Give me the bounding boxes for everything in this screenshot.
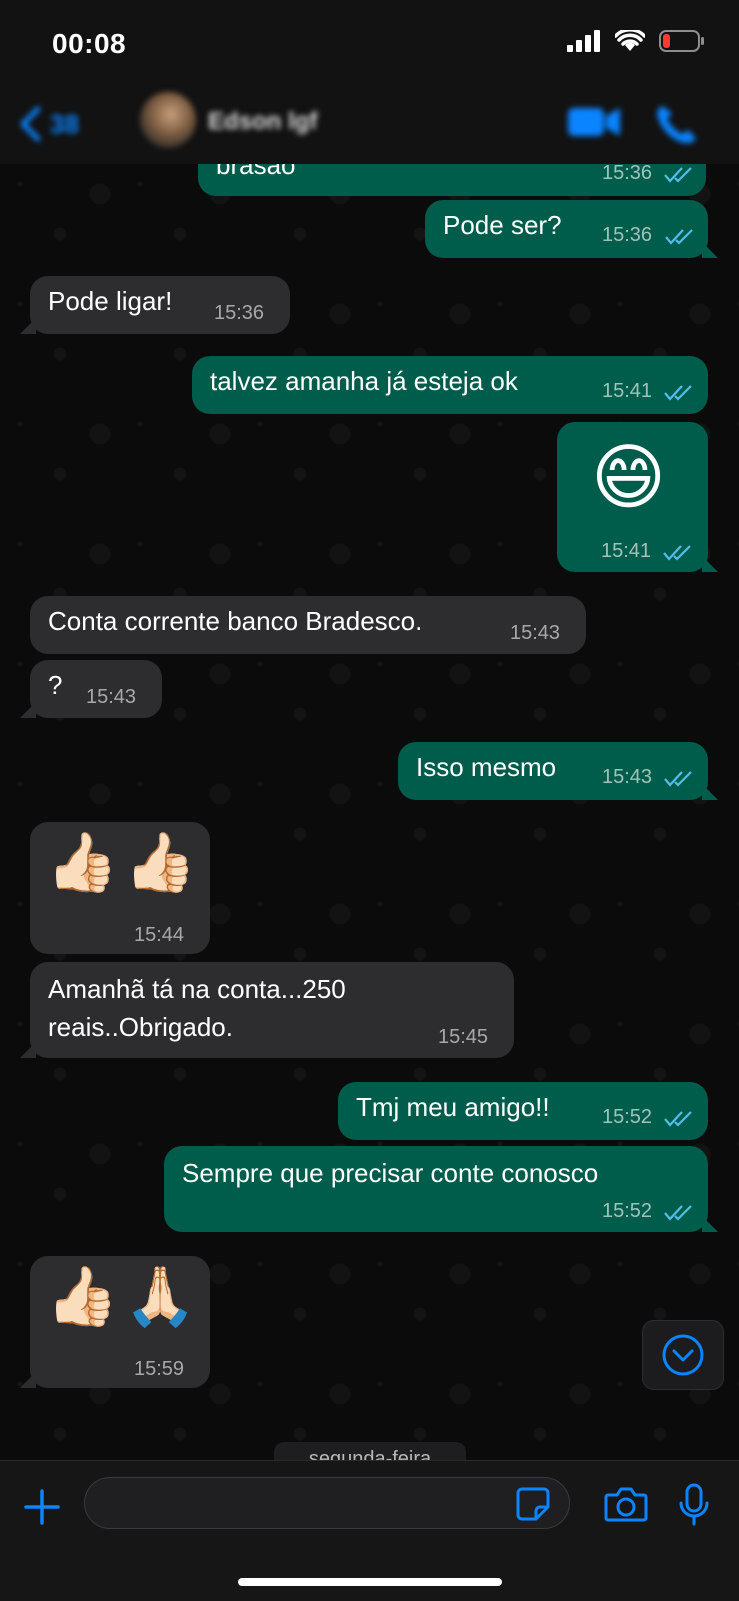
read-ticks-icon bbox=[664, 1205, 692, 1221]
bubble-tail bbox=[702, 784, 718, 800]
message-text: Tmj meu amigo!! bbox=[356, 1092, 550, 1122]
signal-icon bbox=[567, 30, 600, 52]
message-time: 15:59 bbox=[134, 1358, 185, 1380]
message-outgoing[interactable]: Sempre que precisar conte conosco 15:52 bbox=[164, 1146, 718, 1232]
message-incoming[interactable]: Pode ligar! 15:36 bbox=[20, 276, 290, 334]
message-time: 15:52 bbox=[602, 1106, 653, 1128]
status-bar: 00:08 bbox=[0, 0, 739, 90]
message-time: 15:36 bbox=[214, 302, 265, 324]
message-incoming[interactable]: Amanhã tá na conta...250 reais..Obrigado… bbox=[20, 962, 514, 1058]
message-time: 15:44 bbox=[134, 924, 185, 946]
status-time: 00:08 bbox=[52, 28, 127, 59]
back-chevron-icon bbox=[20, 106, 41, 142]
message-outgoing[interactable]: Isso mesmo 15:43 bbox=[398, 742, 718, 800]
message-outgoing[interactable]: Tmj meu amigo!! 15:52 bbox=[338, 1082, 708, 1140]
bubble-tail bbox=[20, 702, 36, 718]
avatar[interactable] bbox=[140, 92, 196, 148]
contact-name[interactable]: Edson lgf bbox=[208, 108, 317, 136]
read-ticks-icon bbox=[664, 771, 692, 787]
message-incoming[interactable]: ? 15:43 bbox=[20, 660, 162, 718]
message-outgoing[interactable]: brasão 15:36 bbox=[198, 164, 706, 196]
message-time: 15:45 bbox=[438, 1026, 489, 1048]
grinning-emoji: 😄 bbox=[591, 438, 667, 518]
chat-area[interactable]: brasão 15:36 Pode ser? 15:36 Pode ligar!… bbox=[0, 164, 739, 1460]
bubble-tail bbox=[702, 1216, 718, 1232]
camera-icon[interactable] bbox=[604, 1485, 648, 1523]
message-time: 15:52 bbox=[602, 1200, 653, 1222]
message-outgoing[interactable]: 😄 15:41 bbox=[557, 422, 718, 572]
phone-icon[interactable] bbox=[652, 102, 700, 146]
message-time: 15:43 bbox=[86, 686, 137, 708]
message-time: 15:41 bbox=[602, 380, 653, 402]
status-icons bbox=[567, 30, 705, 52]
read-ticks-icon bbox=[663, 545, 691, 561]
read-ticks-icon bbox=[665, 229, 693, 245]
message-text: talvez amanha já esteja ok bbox=[210, 366, 518, 396]
back-button[interactable]: 38 bbox=[18, 106, 79, 142]
home-indicator bbox=[238, 1578, 502, 1586]
microphone-icon[interactable] bbox=[678, 1483, 710, 1527]
message-outgoing[interactable]: Pode ser? 15:36 bbox=[425, 200, 718, 258]
message-time: 15:36 bbox=[602, 164, 653, 184]
message-incoming[interactable]: 👍🏻🙏🏻 15:59 bbox=[20, 1256, 210, 1388]
message-outgoing[interactable]: talvez amanha já esteja ok 15:41 bbox=[192, 356, 708, 414]
message-text: Isso mesmo bbox=[416, 752, 557, 782]
thumbs-up-emoji: 👍🏻👍🏻 bbox=[46, 830, 203, 895]
message-incoming[interactable]: 👍🏻👍🏻 15:44 bbox=[30, 822, 210, 954]
unread-count: 38 bbox=[50, 108, 79, 139]
message-time: 15:41 bbox=[601, 540, 652, 562]
bubble-tail bbox=[702, 556, 718, 572]
video-call-icon[interactable] bbox=[566, 102, 622, 142]
message-input[interactable] bbox=[84, 1477, 570, 1529]
message-text: ? bbox=[48, 670, 63, 700]
message-text-line2: reais..Obrigado. bbox=[48, 1012, 233, 1042]
message-incoming[interactable]: Conta corrente banco Bradesco. 15:43 bbox=[30, 596, 586, 654]
scroll-to-bottom-button[interactable] bbox=[642, 1320, 724, 1390]
read-ticks-icon bbox=[664, 167, 692, 183]
chat-header: 38 Edson lgf bbox=[0, 90, 739, 165]
message-time: 15:36 bbox=[602, 224, 653, 246]
message-text-line1: Amanhã tá na conta...250 bbox=[48, 974, 346, 1004]
battery-icon bbox=[659, 30, 704, 52]
message-time: 15:43 bbox=[602, 766, 653, 788]
message-text: brasão bbox=[216, 164, 296, 180]
thumbs-up-pray-emoji: 👍🏻🙏🏻 bbox=[46, 1264, 203, 1329]
wifi-icon bbox=[615, 30, 645, 51]
bubble-tail bbox=[20, 1372, 36, 1388]
message-text: Conta corrente banco Bradesco. bbox=[48, 606, 423, 636]
message-text: Pode ser? bbox=[443, 210, 562, 240]
message-time: 15:43 bbox=[510, 622, 561, 644]
sticker-icon[interactable] bbox=[516, 1487, 550, 1521]
read-ticks-icon bbox=[664, 1111, 692, 1127]
message-text: Sempre que precisar conte conosco bbox=[182, 1158, 599, 1188]
read-ticks-icon bbox=[664, 385, 692, 401]
scroll-down-icon bbox=[662, 1334, 704, 1376]
bubble-tail bbox=[702, 242, 718, 258]
plus-icon[interactable] bbox=[22, 1487, 62, 1527]
bubble-tail bbox=[20, 318, 36, 334]
message-text: Pode ligar! bbox=[48, 286, 173, 316]
bubble-tail bbox=[20, 1042, 36, 1058]
